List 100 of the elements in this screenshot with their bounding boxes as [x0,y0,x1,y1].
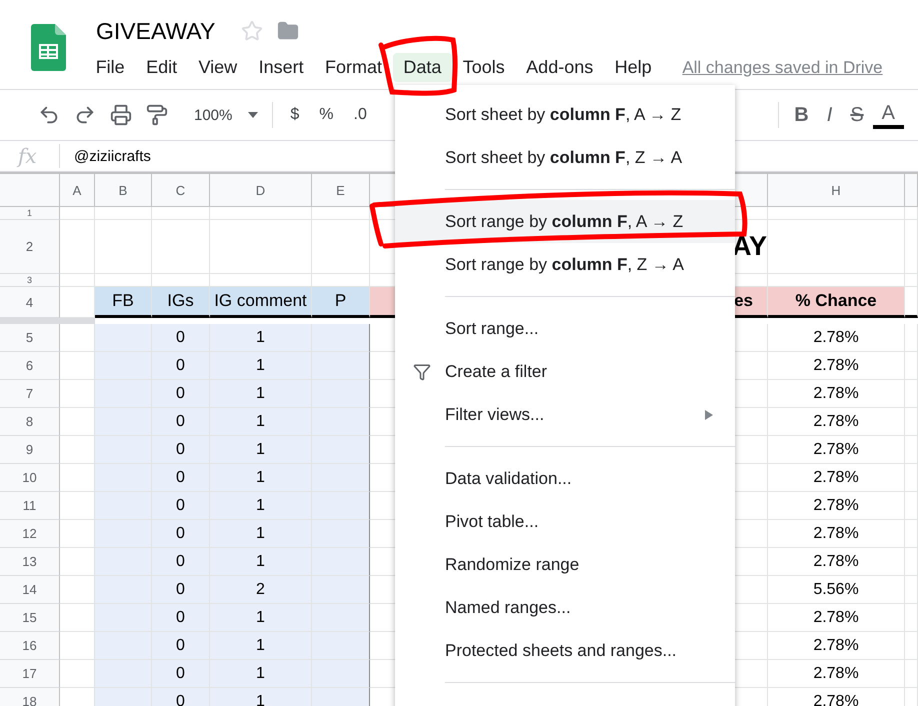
table-cell: 2 [210,576,312,604]
row-header[interactable]: 17 [0,660,60,688]
table-cell [905,274,918,287]
row-header[interactable]: 14 [0,576,60,604]
row-header[interactable]: 15 [0,604,60,632]
table-cell [95,520,152,548]
format-button[interactable]: % [310,102,343,128]
table-cell [95,408,152,436]
table-cell [60,274,95,287]
row-header[interactable]: 3 [0,274,60,287]
menu-item[interactable]: File [85,53,136,82]
row-header[interactable]: 13 [0,548,60,576]
menu-option[interactable]: Create a filter [395,350,735,393]
menu-option[interactable]: Filter views... [395,393,735,436]
table-cell [95,548,152,576]
folder-icon[interactable] [277,20,300,42]
table-cell: 1 [210,548,312,576]
column-header[interactable]: D [210,174,312,207]
corner-cell[interactable] [0,174,60,207]
column-header[interactable]: A [60,174,95,207]
row-header[interactable]: 2 [0,220,60,274]
row-header[interactable]: 9 [0,436,60,464]
menu-item[interactable]: Help [604,53,662,82]
row-header[interactable]: 4 [0,287,60,318]
row-header[interactable]: 6 [0,352,60,380]
column-heading: IGs [152,287,210,318]
menu-item[interactable]: Tools [452,53,516,82]
row-header[interactable]: 12 [0,520,60,548]
table-cell [95,576,152,604]
text-style-button[interactable]: I [818,103,842,127]
menu-item[interactable]: Format [314,53,393,82]
star-icon[interactable] [241,20,264,42]
table-cell: 2.78% [768,492,905,520]
table-cell: 1 [210,464,312,492]
row-header[interactable]: 5 [0,324,60,352]
column-header[interactable] [905,174,918,207]
table-cell: 0 [152,408,210,436]
menu-option[interactable]: Data validation... [395,457,735,500]
table-cell: 0 [152,492,210,520]
table-cell: 2.78% [768,324,905,352]
table-cell [312,408,370,436]
column-header[interactable]: H [768,174,905,207]
menu-option[interactable]: Pivot table... [395,500,735,543]
row-header[interactable]: 16 [0,632,60,660]
row-header[interactable]: 1 [0,207,60,220]
row-header[interactable]: 18 [0,688,60,706]
text-style-button[interactable]: S [841,103,873,127]
column-header[interactable]: C [152,174,210,207]
menu-option[interactable]: Named ranges... [395,586,735,629]
menu-item[interactable]: Add-ons [515,53,604,82]
zoom-dropdown[interactable]: 100% [188,102,264,128]
column-header[interactable]: B [95,174,152,207]
text-style-button[interactable]: B [785,103,818,127]
table-cell: 1 [210,436,312,464]
table-cell [60,548,95,576]
table-cell: 1 [210,408,312,436]
table-cell [905,464,918,492]
column-heading: IG comment [210,287,312,318]
text-style-button[interactable]: A [872,101,904,129]
document-title[interactable]: GIVEAWAY [96,18,216,44]
table-cell [905,520,918,548]
row-header[interactable]: 10 [0,464,60,492]
table-cell [312,548,370,576]
menu-item[interactable]: Edit [135,53,188,82]
format-button[interactable]: .0 [344,102,376,128]
redo-icon [74,104,96,126]
row-header[interactable]: 11 [0,492,60,520]
menu-option[interactable]: Protected sheets and ranges... [395,629,735,672]
table-cell [95,274,152,287]
table-cell: 0 [152,660,210,688]
table-cell [312,464,370,492]
table-cell [905,352,918,380]
paint-roller-icon [146,104,168,126]
table-cell [905,576,918,604]
menu-option[interactable]: Sort sheet by column F, Z → A [395,136,735,179]
menu-item[interactable]: Insert [248,53,314,82]
row-header[interactable]: 8 [0,408,60,436]
table-cell [312,352,370,380]
format-button[interactable]: $ [281,102,308,128]
row-header[interactable]: 7 [0,380,60,408]
table-cell [905,436,918,464]
spreadsheet-logo-icon[interactable] [30,24,66,71]
table-cell: 1 [210,520,312,548]
table-cell: 0 [152,380,210,408]
table-cell [95,207,152,220]
table-cell [60,520,95,548]
table-cell [905,660,918,688]
menu-option[interactable]: Randomize range [395,543,735,586]
menu-item[interactable]: Data [392,53,452,82]
menu-option[interactable]: Sort sheet by column F, A → Z [395,93,735,136]
save-status-link[interactable]: All changes saved in Drive [682,58,883,78]
submenu-arrow-icon [705,410,713,420]
undo-icon [38,104,60,126]
menu-item[interactable]: View [188,53,248,82]
column-header[interactable]: E [312,174,370,207]
formula-input[interactable]: @ziziicrafts [74,148,151,164]
table-cell [905,207,918,220]
table-cell [60,408,95,436]
column-heading: FB [95,287,152,318]
table-cell [312,492,370,520]
